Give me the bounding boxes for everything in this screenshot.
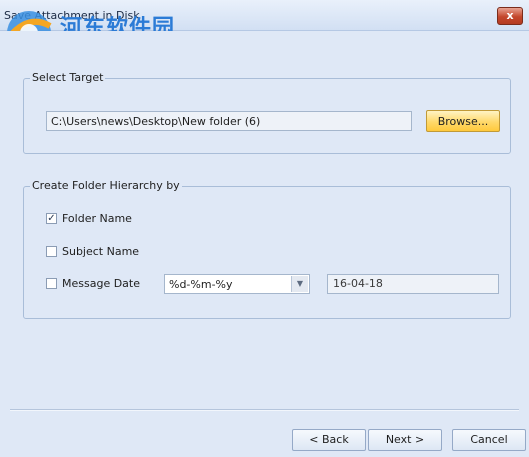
chevron-down-icon[interactable]: ▼ [291,276,308,292]
back-button-label: < Back [309,433,349,446]
browse-button[interactable]: Browse... [426,110,500,132]
browse-button-label: Browse... [437,115,489,128]
next-button-label: Next > [385,433,425,446]
message-date-label: Message Date [62,277,140,290]
close-icon: x [506,9,514,22]
window-title: Save Attachment in Disk [4,9,140,22]
target-path-value: C:\Users\news\Desktop\New folder (6) [51,115,261,128]
close-button[interactable]: x [497,7,523,25]
select-target-legend: Select Target [30,71,106,84]
subject-name-label: Subject Name [62,245,140,258]
footer-separator [10,409,519,411]
message-date-checkbox[interactable] [46,278,57,289]
date-format-select[interactable]: %d-%m-%y ▼ [164,274,310,294]
dialog-body: Select Target C:\Users\news\Desktop\New … [0,31,529,457]
title-bar: Save Attachment in Disk x [0,0,529,31]
date-format-value: %d-%m-%y [169,278,233,291]
folder-hierarchy-legend: Create Folder Hierarchy by [30,179,182,192]
back-button[interactable]: < Back [292,429,366,451]
target-path-field[interactable]: C:\Users\news\Desktop\New folder (6) [46,111,412,131]
subject-name-checkbox[interactable] [46,246,57,257]
next-button[interactable]: Next > [368,429,442,451]
folder-name-label: Folder Name [62,212,132,225]
cancel-button-label: Cancel [470,433,508,446]
date-preview-field: 16-04-18 [327,274,499,294]
cancel-button[interactable]: Cancel [452,429,526,451]
date-preview-value: 16-04-18 [333,277,383,290]
folder-name-checkbox[interactable]: ✓ [46,213,57,224]
select-target-group: Select Target C:\Users\news\Desktop\New … [23,71,511,154]
folder-hierarchy-group: Create Folder Hierarchy by ✓ Folder Name… [23,179,511,319]
